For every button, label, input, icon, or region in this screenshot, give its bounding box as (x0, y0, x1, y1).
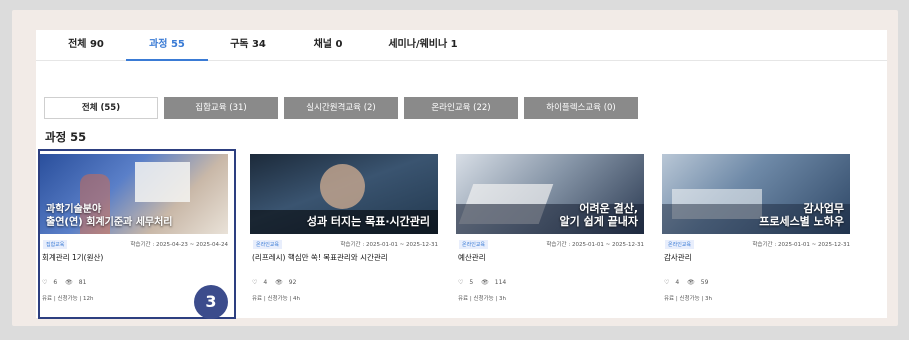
course-period: 학습기간 : 2025-01-01 ~ 2025-12-31 (340, 242, 438, 248)
likes-count: 5 (469, 279, 474, 286)
course-type-badge: 온라인교육 (665, 240, 695, 249)
tab-all[interactable]: 전체 90 (46, 30, 126, 59)
eye-icon: 👁 (687, 279, 695, 286)
thumbnail-caption: 성과 터지는 목표·시간관리 (306, 215, 430, 229)
course-thumbnail[interactable]: 어려운 결산, 알기 쉽게 끝내자 (456, 154, 644, 234)
eye-icon: 👁 (481, 279, 489, 286)
likes-count: 4 (263, 279, 268, 286)
thumbnail-caption: 감사업무 프로세스별 노하우 (759, 201, 844, 229)
views-count: 59 (700, 279, 709, 286)
filter-classroom[interactable]: 집합교육 (31) (164, 97, 278, 119)
course-stats: ♡ 4 👁 92 (252, 279, 302, 286)
course-thumbnail[interactable]: 성과 터지는 목표·시간관리 (250, 154, 438, 234)
filter-online[interactable]: 온라인교육 (22) (404, 97, 518, 119)
person-graphic (320, 164, 365, 209)
eye-icon: 👁 (275, 279, 283, 286)
thumbnail-caption: 어려운 결산, 알기 쉽게 끝내자 (559, 201, 639, 229)
heart-icon[interactable]: ♡ (664, 279, 669, 286)
filter-all[interactable]: 전체 (55) (44, 97, 158, 119)
course-card[interactable]: 어려운 결산, 알기 쉽게 끝내자 온라인교육 학습기간 : 2025-01-0… (456, 154, 644, 318)
result-tabs: 전체 90 과정 55 구독 34 채널 0 세미나/웨비나 1 (36, 30, 887, 61)
course-type-badge: 온라인교육 (459, 240, 489, 249)
course-stats: ♡ 4 👁 59 (664, 279, 714, 286)
course-type-badge: 온라인교육 (253, 240, 283, 249)
course-thumbnail[interactable]: 감사업무 프로세스별 노하우 (662, 154, 850, 234)
tab-subscriptions[interactable]: 구독 34 (208, 30, 288, 59)
course-stats: ♡ 5 👁 114 (458, 279, 512, 286)
course-title[interactable]: (리프레시) 핵심만 쏙! 목표관리와 시간관리 (252, 252, 388, 263)
course-period: 학습기간 : 2025-01-01 ~ 2025-12-31 (752, 242, 850, 248)
course-period: 학습기간 : 2025-01-01 ~ 2025-12-31 (546, 242, 644, 248)
tab-channels[interactable]: 채널 0 (288, 30, 368, 59)
course-meta: 유료 | 신청가능 | 3h (458, 296, 507, 302)
course-card[interactable]: 감사업무 프로세스별 노하우 온라인교육 학습기간 : 2025-01-01 ~… (662, 154, 850, 318)
course-meta: 유료 | 신청가능 | 3h (664, 296, 713, 302)
tab-courses[interactable]: 과정 55 (126, 30, 208, 61)
course-title[interactable]: 감사관리 (664, 252, 692, 263)
filter-hyflex[interactable]: 하이플렉스교육 (0) (524, 97, 638, 119)
tab-seminars[interactable]: 세미나/웨비나 1 (368, 30, 478, 59)
likes-count: 4 (675, 279, 680, 286)
course-title[interactable]: 예산관리 (458, 252, 486, 263)
heart-icon[interactable]: ♡ (458, 279, 463, 286)
course-meta: 유료 | 신청가능 | 4h (252, 296, 301, 302)
views-count: 92 (288, 279, 297, 286)
step-marker: 3 (194, 285, 228, 319)
filter-live-remote[interactable]: 실시간원격교육 (2) (284, 97, 398, 119)
course-card[interactable]: 성과 터지는 목표·시간관리 온라인교육 학습기간 : 2025-01-01 ~… (250, 154, 438, 318)
section-title: 과정 55 (45, 130, 87, 144)
heart-icon[interactable]: ♡ (252, 279, 257, 286)
views-count: 114 (494, 279, 507, 286)
